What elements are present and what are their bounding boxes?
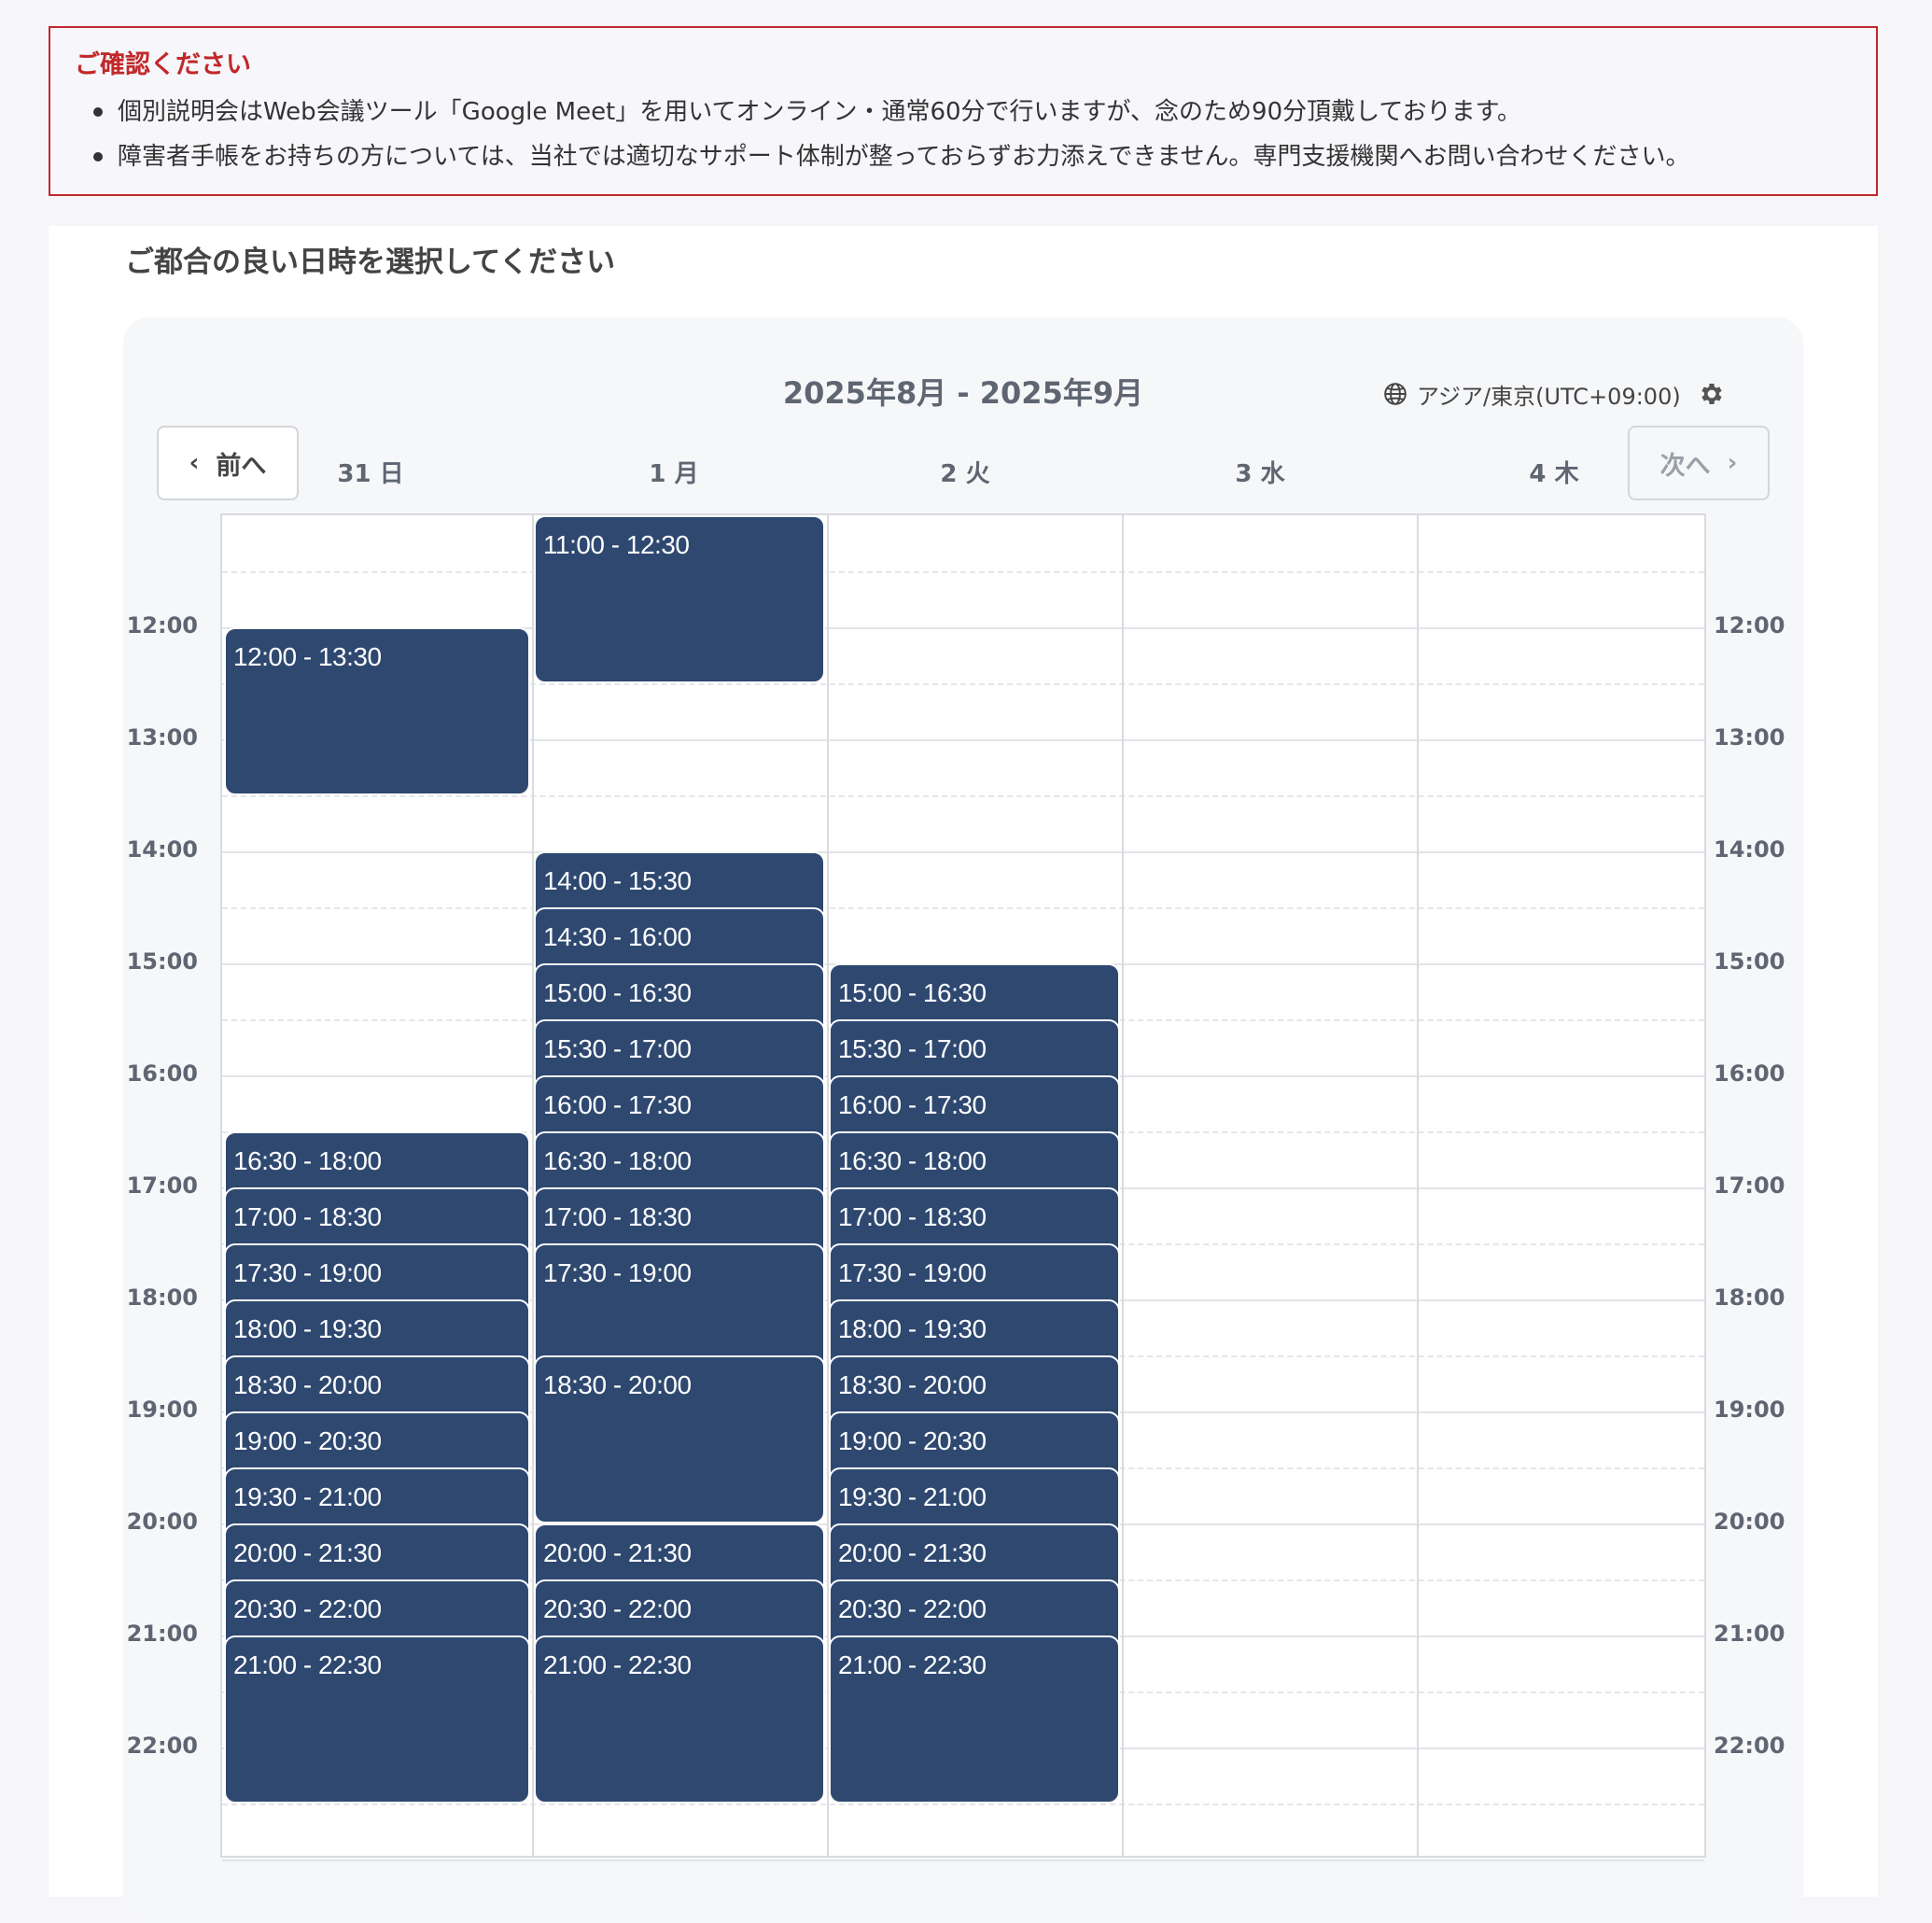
grid-line <box>222 571 1704 573</box>
hour-label-right: 19:00 <box>1714 1397 1785 1423</box>
hour-label-right: 16:00 <box>1714 1060 1785 1087</box>
time-slot[interactable]: 11:00 - 12:30 <box>534 515 825 683</box>
gear-icon[interactable] <box>1698 380 1726 408</box>
hour-label-left: 17:00 <box>126 1172 198 1199</box>
globe-icon <box>1383 382 1407 406</box>
grid-line <box>222 1860 1704 1861</box>
grid-line <box>222 851 1704 853</box>
day-header: 3 水 <box>1235 460 1285 488</box>
column-divider <box>1417 515 1419 1856</box>
hour-label-right: 22:00 <box>1714 1733 1785 1759</box>
column-divider <box>1122 515 1124 1856</box>
hour-label-left: 21:00 <box>126 1621 198 1647</box>
hour-label-left: 22:00 <box>126 1733 198 1759</box>
prev-label: 前へ <box>216 451 267 481</box>
notice-list: 個別説明会はWeb会議ツール「Google Meet」を用いてオンライン・通常6… <box>75 90 1852 179</box>
hour-label-right: 17:00 <box>1714 1172 1785 1199</box>
notice-title: ご確認ください <box>75 50 251 79</box>
grid-line <box>222 907 1704 909</box>
hour-label-left: 18:00 <box>126 1284 198 1311</box>
notice-item: 個別説明会はWeb会議ツール「Google Meet」を用いてオンライン・通常6… <box>75 90 1852 134</box>
hour-label-right: 18:00 <box>1714 1284 1785 1311</box>
calendar-card: 2025年8月 - 2025年9月 アジア/東京(UTC+09:00) ‹ 前へ… <box>123 317 1803 1923</box>
hour-label-right: 13:00 <box>1714 724 1785 751</box>
hour-label-right: 12:00 <box>1714 612 1785 639</box>
time-slot[interactable]: 21:00 - 22:30 <box>829 1635 1120 1804</box>
hour-label-left: 20:00 <box>126 1509 198 1535</box>
chevron-left-icon: ‹ <box>189 449 200 477</box>
hour-label-right: 21:00 <box>1714 1621 1785 1647</box>
notice-item: 障害者手帳をお持ちの方については、当社では適切なサポート体制が整っておらずお力添… <box>75 134 1852 179</box>
time-slot[interactable]: 21:00 - 22:30 <box>534 1635 825 1804</box>
hour-label-left: 16:00 <box>126 1060 198 1087</box>
grid-line <box>222 1804 1704 1805</box>
next-label: 次へ <box>1659 451 1711 481</box>
hour-label-right: 20:00 <box>1714 1509 1785 1535</box>
hour-label-left: 13:00 <box>126 724 198 751</box>
section-title: ご都合の良い日時を選択してください <box>125 246 616 279</box>
hour-label-right: 14:00 <box>1714 836 1785 863</box>
hour-label-left: 12:00 <box>126 612 198 639</box>
booking-panel: ご都合の良い日時を選択してください 2025年8月 - 2025年9月 アジア/… <box>49 226 1878 1923</box>
hour-label-left: 15:00 <box>126 948 198 975</box>
chevron-right-icon: › <box>1727 449 1738 477</box>
timezone-selector[interactable]: アジア/東京(UTC+09:00) <box>1383 373 1726 414</box>
hour-label-left: 14:00 <box>126 836 198 863</box>
grid-line <box>222 795 1704 797</box>
notice-box: ご確認ください 個別説明会はWeb会議ツール「Google Meet」を用いてオ… <box>49 26 1878 196</box>
hour-label-left: 19:00 <box>126 1397 198 1423</box>
day-header: 2 火 <box>940 460 990 488</box>
calendar-grid: 12:00 - 13:30 16:30 - 18:00 17:00 - 18:30 1… <box>220 513 1706 1861</box>
time-slot[interactable]: 21:00 - 22:30 <box>224 1635 530 1804</box>
timezone-label: アジア/東京(UTC+09:00) <box>1417 383 1681 410</box>
day-header: 31 日 <box>337 460 404 488</box>
time-slot[interactable]: 18:30 - 20:00 <box>534 1355 825 1523</box>
day-header: 1 月 <box>649 460 699 488</box>
day-header: 4 木 <box>1529 460 1579 488</box>
hour-label-right: 15:00 <box>1714 948 1785 975</box>
next-button[interactable]: 次へ › <box>1628 426 1770 500</box>
time-slot[interactable]: 12:00 - 13:30 <box>224 627 530 795</box>
